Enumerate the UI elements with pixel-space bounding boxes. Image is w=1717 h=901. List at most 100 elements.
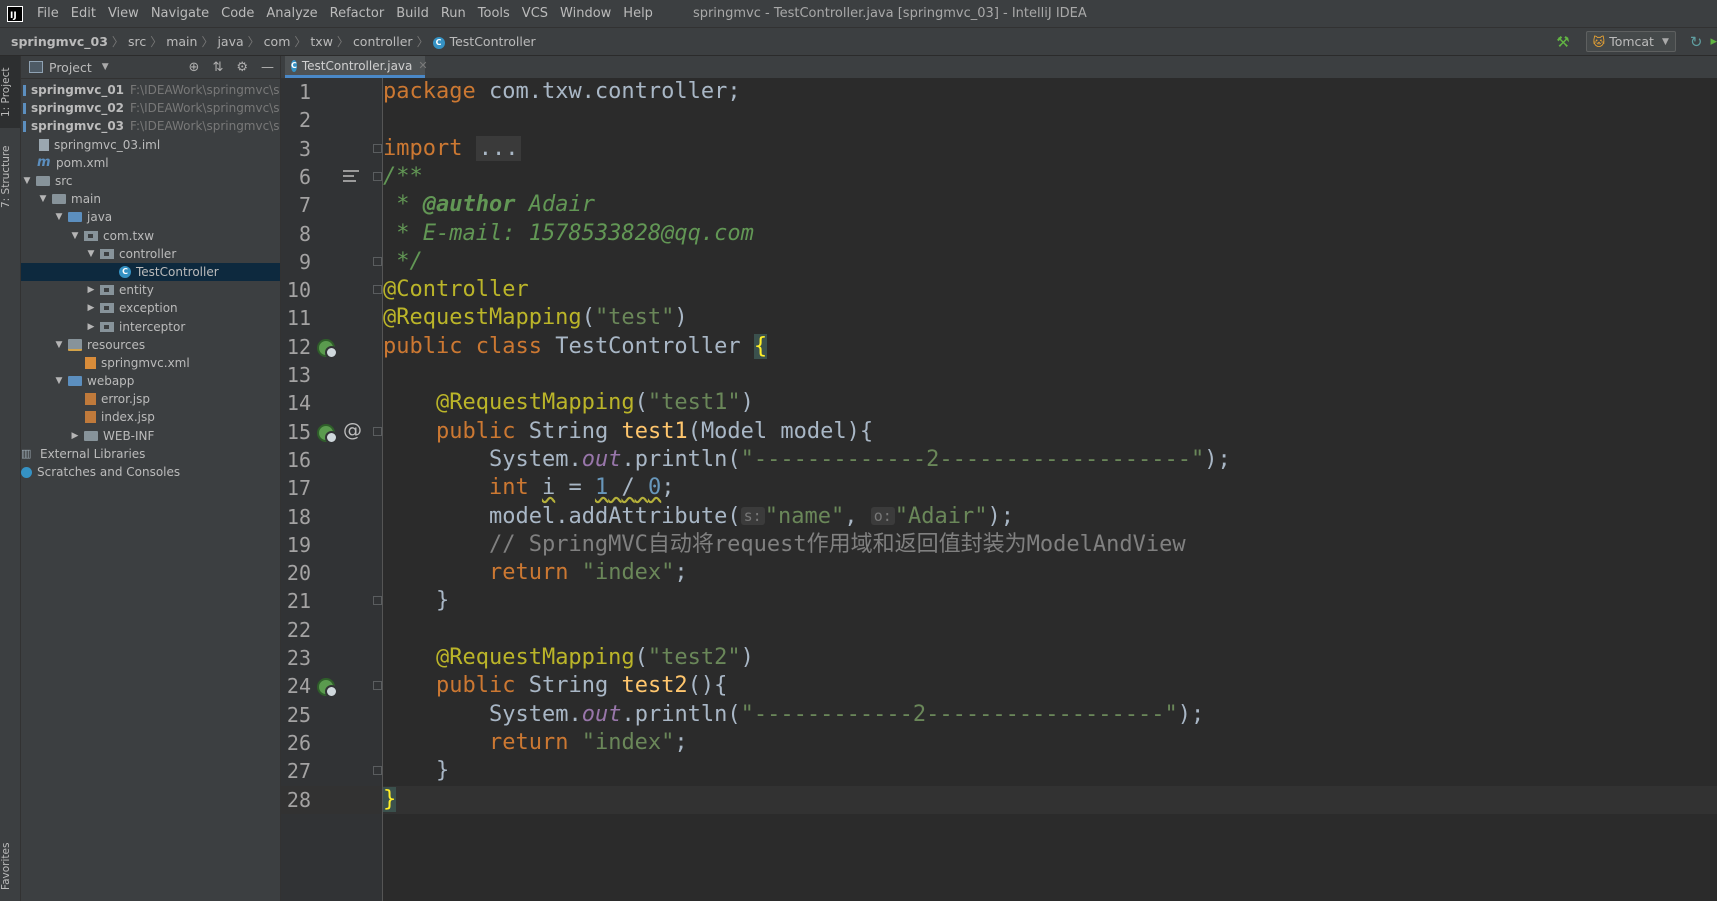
locate-target-icon[interactable]: ⊕ <box>189 60 200 75</box>
tree-item-entity[interactable]: ▶ entity <box>21 281 280 299</box>
code-token: test2 <box>621 673 688 699</box>
menu-edit[interactable]: Edit <box>65 6 102 21</box>
tree-item-src[interactable]: ▼ src <box>21 172 280 190</box>
expanded-arrow-icon[interactable]: ▼ <box>53 212 65 222</box>
menu-window[interactable]: Window <box>554 6 617 21</box>
fold-toggle-icon[interactable] <box>373 256 382 266</box>
expanded-arrow-icon[interactable]: ▼ <box>37 194 49 204</box>
tab-favorites[interactable]: Favorites <box>0 836 20 896</box>
fold-toggle-icon[interactable] <box>373 766 382 776</box>
tree-item-iml[interactable]: springmvc_03.iml <box>21 136 280 154</box>
breadcrumb-controller[interactable]: controller <box>349 34 417 49</box>
expanded-arrow-icon[interactable]: ▼ <box>21 176 33 186</box>
project-view-selector[interactable]: Project <box>49 60 92 75</box>
breadcrumb-com[interactable]: com <box>260 34 295 49</box>
expanded-arrow-icon[interactable]: ▼ <box>69 231 81 241</box>
run-config-dropdown[interactable]: 🐱 Tomcat ▼ <box>1585 31 1676 52</box>
project-tree: springmvc_01 F:\IDEAWork\springmvc\sprin… <box>21 79 280 481</box>
spring-bean-icon[interactable] <box>317 338 338 359</box>
tree-item-external-libraries[interactable]: ▥ External Libraries <box>21 445 280 463</box>
expanded-arrow-icon[interactable]: ▼ <box>53 340 65 350</box>
code-token: / <box>621 475 635 501</box>
line-number: 26 <box>286 730 311 755</box>
tree-item-exception[interactable]: ▶ exception <box>21 299 280 317</box>
build-hammer-icon[interactable]: ⚒ <box>1556 33 1569 51</box>
menu-help[interactable]: Help <box>617 6 659 21</box>
tree-item-java[interactable]: ▼ java <box>21 208 280 226</box>
menu-refactor[interactable]: Refactor <box>324 6 391 21</box>
menu-tools[interactable]: Tools <box>472 6 516 21</box>
menu-vcs[interactable]: VCS <box>516 6 554 21</box>
fold-toggle-icon[interactable] <box>373 143 382 153</box>
render-doc-icon[interactable] <box>343 169 359 184</box>
tree-item-springmvc-02[interactable]: springmvc_02 F:\IDEAWork\springmvc\sprin… <box>21 99 280 117</box>
fold-toggle-icon[interactable] <box>373 426 382 436</box>
breadcrumb-main[interactable]: main <box>162 34 201 49</box>
tree-item-index-jsp[interactable]: index.jsp <box>21 408 280 426</box>
tab-testcontroller[interactable]: C TestController.java ✕ <box>285 56 428 78</box>
tree-item-springmvc-01[interactable]: springmvc_01 F:\IDEAWork\springmvc\sprin… <box>21 81 280 99</box>
expanded-arrow-icon[interactable]: ▼ <box>85 249 97 259</box>
line-number: 15 <box>286 419 311 444</box>
breadcrumb-txw[interactable]: txw <box>306 34 337 49</box>
collapse-all-icon[interactable]: ⇅ <box>212 60 223 75</box>
close-icon[interactable]: ✕ <box>418 59 427 72</box>
fold-toggle-icon[interactable] <box>373 681 382 691</box>
breadcrumb-class[interactable]: C TestController <box>429 34 540 49</box>
tree-item-label: interceptor <box>119 319 186 334</box>
tree-item-error-jsp[interactable]: error.jsp <box>21 390 280 408</box>
minimize-icon[interactable]: — <box>261 60 274 75</box>
menu-build[interactable]: Build <box>390 6 435 21</box>
run-config-label: Tomcat <box>1609 34 1654 49</box>
tree-item-springmvc-03[interactable]: springmvc_03 F:\IDEAWork\springmvc\sprin… <box>21 117 280 135</box>
collapsed-arrow-icon[interactable]: ▶ <box>69 431 81 441</box>
tree-item-label: main <box>71 192 101 207</box>
code-token: /** <box>383 163 423 189</box>
tree-item-pom[interactable]: m pom.xml <box>21 154 280 172</box>
spring-request-mapping-icon[interactable] <box>317 423 338 444</box>
menu-view[interactable]: View <box>102 6 145 21</box>
menu-file[interactable]: File <box>31 6 65 21</box>
tree-item-web-inf[interactable]: ▶ WEB-INF <box>21 427 280 445</box>
chevron-down-icon[interactable]: ▼ <box>102 62 109 72</box>
tree-item-com-txw[interactable]: ▼ com.txw <box>21 227 280 245</box>
tab-project[interactable]: 1: Project <box>0 56 20 128</box>
menu-analyze[interactable]: Analyze <box>260 6 323 21</box>
code-editor[interactable]: package com.txw.controller; import ... /… <box>383 78 1717 901</box>
collapsed-arrow-icon[interactable]: ▶ <box>85 303 97 313</box>
spring-request-mapping-icon[interactable] <box>317 678 338 699</box>
breadcrumb-module[interactable]: springmvc_03 <box>0 34 112 49</box>
fold-toggle-icon[interactable] <box>373 171 382 181</box>
code-line: public String test1(Model model){ <box>435 418 874 444</box>
tree-item-controller[interactable]: ▼ controller <box>21 245 280 263</box>
collapsed-arrow-icon[interactable]: ▶ <box>85 322 97 332</box>
tree-item-springmvc-xml[interactable]: springmvc.xml <box>21 354 280 372</box>
breadcrumb-src[interactable]: src <box>124 34 150 49</box>
expanded-arrow-icon[interactable]: ▼ <box>53 376 65 386</box>
tree-item-label: springmvc_02 <box>31 101 125 116</box>
run-more-icon[interactable]: ▸ <box>1710 34 1717 49</box>
menu-navigate[interactable]: Navigate <box>145 6 215 21</box>
tree-item-main[interactable]: ▼ main <box>21 190 280 208</box>
update-app-icon[interactable]: ↻ <box>1690 33 1703 51</box>
collapsed-arrow-icon[interactable]: ▶ <box>85 285 97 295</box>
tab-structure[interactable]: 7: Structure <box>0 138 20 216</box>
tab-favorites-label: Favorites <box>0 842 12 890</box>
library-icon: ▥ <box>21 447 32 461</box>
breadcrumb-java[interactable]: java <box>213 34 247 49</box>
at-sign-icon[interactable]: @ <box>343 419 362 441</box>
jsp-file-icon <box>85 411 96 424</box>
menu-code[interactable]: Code <box>215 6 260 21</box>
tree-item-resources[interactable]: ▼ resources <box>21 336 280 354</box>
tree-item-interceptor[interactable]: ▶ interceptor <box>21 317 280 335</box>
gear-icon[interactable]: ⚙ <box>236 60 248 75</box>
tree-item-label: index.jsp <box>101 410 155 425</box>
fold-toggle-icon[interactable] <box>373 285 382 295</box>
folded-region[interactable]: ... <box>475 135 522 161</box>
tree-item-scratches[interactable]: Scratches and Consoles <box>21 463 280 481</box>
tab-structure-label: 7: Structure <box>0 145 12 209</box>
menu-run[interactable]: Run <box>435 6 472 21</box>
tree-item-webapp[interactable]: ▼ webapp <box>21 372 280 390</box>
tree-item-testcontroller[interactable]: C TestController <box>21 262 280 282</box>
fold-toggle-icon[interactable] <box>373 596 382 606</box>
